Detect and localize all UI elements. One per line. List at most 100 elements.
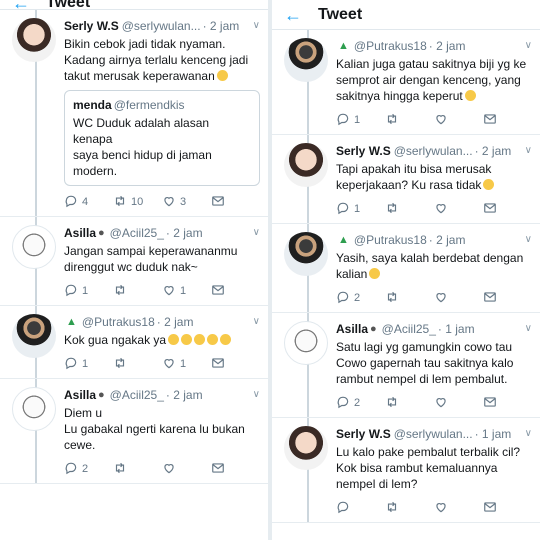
avatar[interactable]	[12, 314, 56, 358]
chevron-down-icon[interactable]: ∨	[249, 225, 260, 241]
direct-message-button[interactable]	[483, 395, 532, 412]
reply-button[interactable]: 1	[64, 356, 113, 373]
avatar[interactable]	[284, 232, 328, 276]
chevron-down-icon[interactable]: ∨	[249, 314, 260, 330]
like-icon	[434, 201, 448, 218]
quoted-author-handle: @fermendkis	[113, 98, 185, 112]
reply-button[interactable]: 2	[64, 461, 113, 478]
retweet-button[interactable]: 10	[113, 194, 162, 211]
author-name[interactable]: Serly W.S	[336, 143, 391, 159]
back-arrow-icon[interactable]: ←	[284, 6, 318, 24]
chevron-down-icon[interactable]: ∨	[249, 387, 260, 403]
like-icon	[434, 500, 448, 517]
direct-message-button[interactable]	[483, 500, 532, 517]
avatar[interactable]	[12, 18, 56, 62]
tweet[interactable]: ▲ @Putrakus18 · 2 jam ∨ Kok gua ngakak ya 1 1	[0, 306, 268, 379]
like-button[interactable]: 1	[162, 356, 211, 373]
author-name[interactable]: Asilla	[64, 387, 96, 403]
retweet-button[interactable]	[385, 112, 434, 129]
retweet-button[interactable]	[385, 500, 434, 517]
avatar[interactable]	[284, 38, 328, 82]
like-button[interactable]: 3	[162, 194, 211, 211]
avatar[interactable]	[284, 321, 328, 365]
envelope-icon	[211, 283, 225, 300]
avatar[interactable]	[12, 225, 56, 269]
tweet[interactable]: Asilla ● @Aciil25_ · 2 jam ∨ Jangan sampai ke…	[0, 217, 268, 306]
tweet[interactable]: Asilla ● @Aciil25_ · 1 jam ∨ Satu lagi yg gam…	[272, 313, 540, 418]
tweet-list: ▲ @Putrakus18 · 2 jam ∨ Kalian juga gatau sa…	[272, 30, 540, 523]
tweet-text: Jangan sampai keperawananmu direnggut wc…	[64, 243, 260, 275]
reply-button[interactable]: 2	[336, 290, 385, 307]
direct-message-button[interactable]	[211, 194, 260, 211]
chevron-down-icon[interactable]: ∨	[521, 426, 532, 442]
direct-message-button[interactable]	[483, 112, 532, 129]
author-name[interactable]: Serly W.S	[336, 426, 391, 442]
reply-button[interactable]: 1	[336, 201, 385, 218]
reply-icon	[64, 283, 78, 300]
reply-button[interactable]: 4	[64, 194, 113, 211]
cat-emoji-icon: ●	[98, 389, 105, 401]
chevron-down-icon[interactable]: ∨	[521, 38, 532, 54]
retweet-button[interactable]	[385, 290, 434, 307]
like-button[interactable]	[434, 500, 483, 517]
tweet-actions	[336, 500, 532, 516]
retweet-icon	[113, 283, 127, 300]
reply-button[interactable]: 1	[336, 112, 385, 129]
author-name[interactable]: Asilla	[64, 225, 96, 241]
tweet[interactable]: Serly W.S @serlywulan... · 1 jam ∨ Lu kalo p…	[272, 418, 540, 523]
tweet-text: Bikin cebok jadi tidak nyaman. Kadang ai…	[64, 36, 260, 84]
reply-count: 2	[82, 463, 89, 475]
direct-message-button[interactable]	[483, 290, 532, 307]
tweet[interactable]: Serly W.S @serlywulan... · 2 jam ∨ Tapi apak…	[272, 135, 540, 224]
tweet[interactable]: ▲ @Putrakus18 · 2 jam ∨ Kalian juga gatau sa…	[272, 30, 540, 135]
avatar[interactable]	[284, 426, 328, 470]
author-handle[interactable]: @Aciil25_	[110, 225, 164, 241]
author-handle[interactable]: @Aciil25_	[382, 321, 436, 337]
chevron-down-icon[interactable]: ∨	[521, 143, 532, 159]
retweet-button[interactable]	[385, 201, 434, 218]
avatar[interactable]	[284, 143, 328, 187]
chevron-down-icon[interactable]: ∨	[521, 232, 532, 248]
retweet-button[interactable]	[113, 356, 162, 373]
author-handle[interactable]: @serlywulan...	[394, 426, 473, 442]
retweet-icon	[385, 112, 399, 129]
author-handle[interactable]: @Putrakus18	[82, 314, 155, 330]
tweet[interactable]: Serly W.S @serlywulan... · 2 jam ∨ Bikin ceb…	[0, 10, 268, 217]
tweet-text-content: Tapi apakah itu bisa merusak keperjakaan…	[336, 162, 492, 192]
like-button[interactable]	[434, 395, 483, 412]
timestamp: · 1 jam	[437, 322, 475, 336]
right-screenshot-column: ← Tweet ▲ @Putrakus18 · 2 jam ∨ Kalian juga …	[272, 0, 540, 540]
avatar[interactable]	[12, 387, 56, 431]
author-handle[interactable]: @Putrakus18	[354, 38, 427, 54]
retweet-button[interactable]	[113, 283, 162, 300]
like-button[interactable]	[434, 112, 483, 129]
like-button[interactable]: 1	[162, 283, 211, 300]
author-handle[interactable]: @Putrakus18	[354, 232, 427, 248]
retweet-button[interactable]	[113, 461, 162, 478]
chevron-down-icon[interactable]: ∨	[521, 321, 532, 337]
reply-button[interactable]	[336, 500, 385, 517]
green-badge-icon: ▲	[338, 40, 349, 52]
like-button[interactable]	[434, 201, 483, 218]
direct-message-button[interactable]	[211, 283, 260, 300]
author-handle[interactable]: @serlywulan...	[122, 18, 201, 34]
tweet-text: Kok gua ngakak ya	[64, 332, 260, 348]
retweet-button[interactable]	[385, 395, 434, 412]
chevron-down-icon[interactable]: ∨	[249, 18, 260, 34]
author-handle[interactable]: @serlywulan...	[394, 143, 473, 159]
tweet-actions: 1	[336, 112, 532, 128]
reply-button[interactable]: 2	[336, 395, 385, 412]
tweet[interactable]: ▲ @Putrakus18 · 2 jam ∨ Yasih, saya kalah be…	[272, 224, 540, 313]
timestamp: · 1 jam	[474, 427, 512, 441]
direct-message-button[interactable]	[211, 356, 260, 373]
direct-message-button[interactable]	[211, 461, 260, 478]
author-name[interactable]: Serly W.S	[64, 18, 119, 34]
author-name[interactable]: Asilla	[336, 321, 368, 337]
quoted-tweet[interactable]: menda @fermendkis WC Duduk adalah alasan k…	[64, 90, 260, 186]
tweet[interactable]: Asilla ● @Aciil25_ · 2 jam ∨ Diem u Lu gabaka…	[0, 379, 268, 484]
direct-message-button[interactable]	[483, 201, 532, 218]
like-button[interactable]	[434, 290, 483, 307]
reply-button[interactable]: 1	[64, 283, 113, 300]
like-button[interactable]	[162, 461, 211, 478]
author-handle[interactable]: @Aciil25_	[110, 387, 164, 403]
